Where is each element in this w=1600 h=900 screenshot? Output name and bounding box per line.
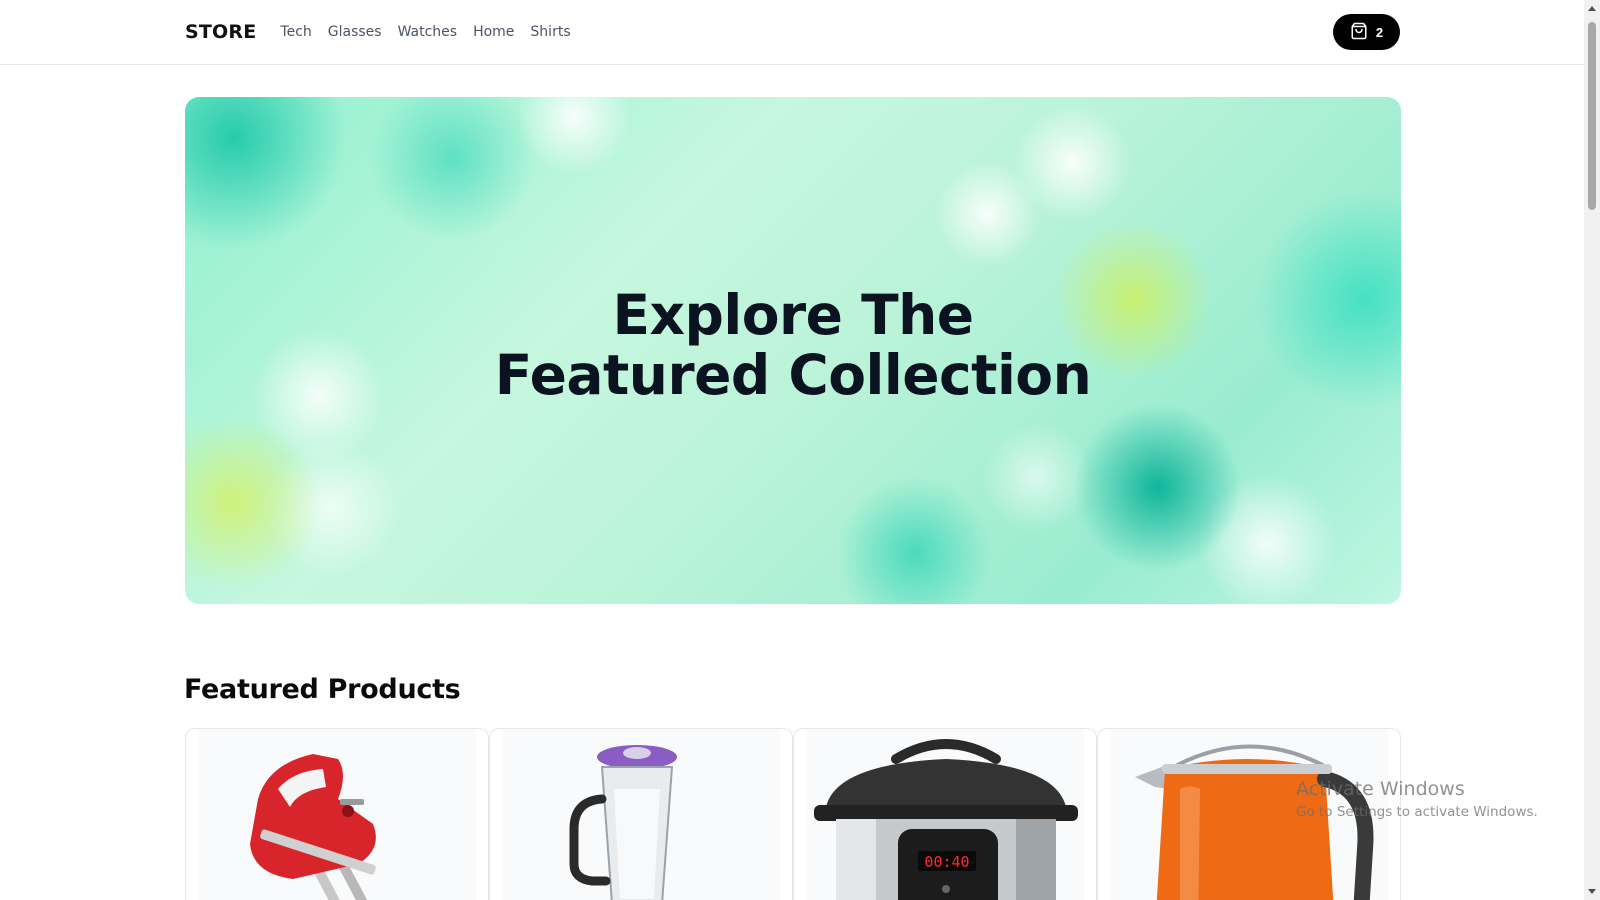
blender-illustration: [569, 745, 677, 900]
product-card[interactable]: 00:40: [793, 728, 1097, 900]
store-logo[interactable]: STORE: [185, 21, 256, 43]
top-navbar: STORE Tech Glasses Watches Home Shirts 2: [0, 0, 1584, 65]
nav-link-home[interactable]: Home: [473, 24, 514, 40]
nav-link-watches[interactable]: Watches: [398, 24, 458, 40]
scrollbar-thumb[interactable]: [1588, 22, 1596, 210]
hero-title-line-2: Featured Collection: [494, 343, 1092, 407]
product-image-blender: [502, 729, 780, 900]
product-card[interactable]: [185, 728, 489, 900]
electric-kettle-illustration: [1135, 744, 1374, 900]
product-image-electric-kettle: [1110, 729, 1388, 900]
featured-products-grid: 00:40: [185, 728, 1401, 900]
cart-count: 2: [1375, 24, 1384, 40]
nav-link-glasses[interactable]: Glasses: [328, 24, 382, 40]
featured-products-heading: Featured Products: [184, 674, 461, 705]
pressure-cooker-illustration: 00:40: [814, 739, 1078, 900]
cooker-display-text: 00:40: [924, 853, 969, 871]
product-image-pressure-cooker: 00:40: [806, 729, 1084, 900]
scroll-up-arrow-icon[interactable]: [1588, 6, 1596, 11]
page-scrollbar[interactable]: [1584, 0, 1600, 900]
nav-link-shirts[interactable]: Shirts: [530, 24, 570, 40]
cart-button[interactable]: 2: [1333, 14, 1400, 50]
navbar-inner: STORE Tech Glasses Watches Home Shirts 2: [185, 0, 1400, 64]
hero-billboard: Explore The Featured Collection: [185, 97, 1401, 604]
shopping-bag-icon: [1350, 22, 1368, 43]
nav-link-tech[interactable]: Tech: [280, 24, 311, 40]
category-nav: Tech Glasses Watches Home Shirts: [280, 24, 570, 40]
product-card[interactable]: [1097, 728, 1401, 900]
hand-mixer-illustration: [250, 754, 376, 900]
product-image-hand-mixer: [198, 729, 476, 900]
product-card[interactable]: [489, 728, 793, 900]
hero-title-line-1: Explore The: [612, 283, 974, 347]
scroll-down-arrow-icon[interactable]: [1588, 889, 1596, 894]
hero-title: Explore The Featured Collection: [185, 285, 1401, 405]
